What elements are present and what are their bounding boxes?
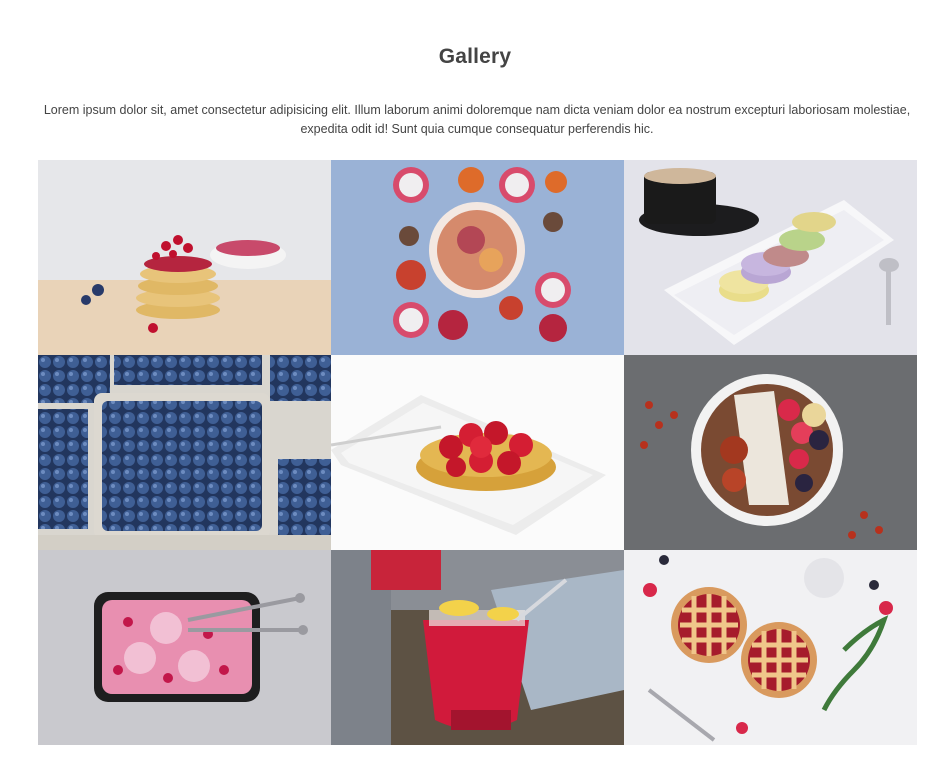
gallery-description: Lorem ipsum dolor sit, amet consectetur … (43, 102, 911, 136)
gallery-item-coffee-macarons[interactable] (624, 160, 917, 355)
gallery-item-blueberries[interactable] (38, 355, 331, 550)
gallery-item-smoothie-bowl[interactable] (624, 355, 917, 550)
gallery-item-raspberry-tart[interactable] (331, 355, 624, 550)
smoothie-bowl-photo (624, 355, 917, 550)
pancakes-photo (38, 160, 331, 355)
coffee-macarons-photo (624, 160, 917, 355)
blueberries-photo (38, 355, 331, 550)
gallery-item-red-drink[interactable] (331, 550, 624, 745)
gallery-item-ice-cream[interactable] (38, 550, 331, 745)
red-drink-photo (331, 550, 624, 745)
gallery-item-berry-pies[interactable] (624, 550, 917, 745)
raspberry-tart-photo (331, 355, 624, 550)
gallery-title: Gallery (438, 45, 512, 69)
gallery-grid (38, 160, 917, 745)
ice-cream-photo (38, 550, 331, 745)
gallery-item-pancakes[interactable] (38, 160, 331, 355)
gallery-item-fruit-bowl[interactable] (331, 160, 624, 355)
berry-pies-photo (624, 550, 917, 745)
fruit-bowl-photo (331, 160, 624, 355)
